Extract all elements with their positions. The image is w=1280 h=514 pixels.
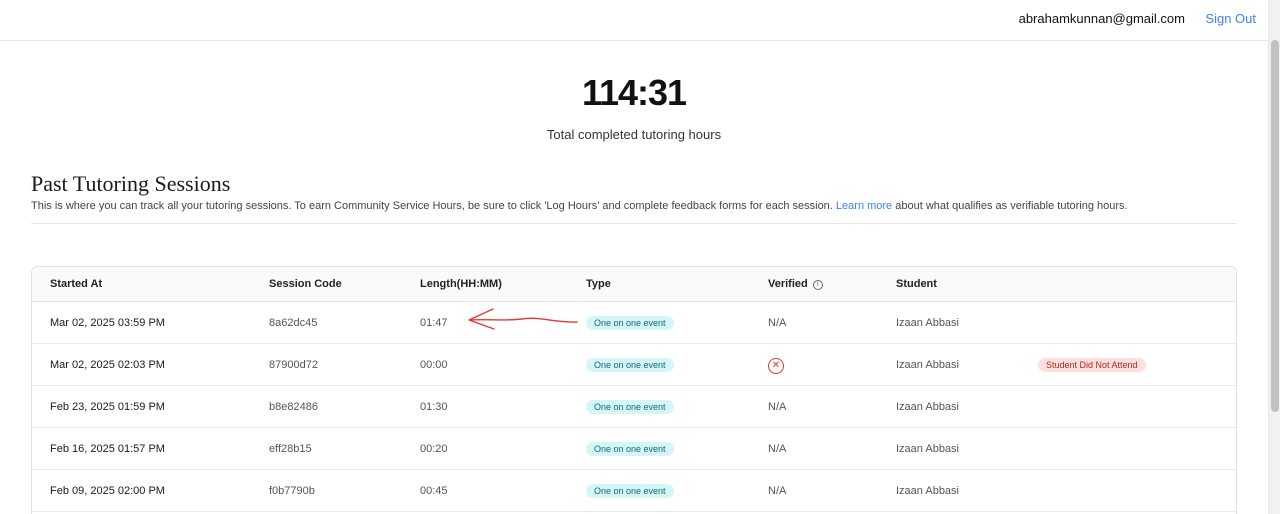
learn-more-link[interactable]: Learn more [836,200,892,212]
verified-status: N/A [768,485,787,497]
started-at: Feb 23, 2025 01:59 PM [50,401,165,413]
total-hours-value: 114:31 [581,72,687,113]
verified-label: Verified [768,278,808,290]
table-row[interactable]: Mar 02, 2025 03:59 PM 8a62dc45 01:47 One… [32,302,1236,344]
session-length: 00:45 [420,485,448,497]
student-name: Izaan Abbasi [896,359,959,371]
student-name: Izaan Abbasi [896,443,959,455]
scrollbar-thumb[interactable] [1271,40,1279,412]
column-started-at: Started At [50,278,103,290]
sign-out-link[interactable]: Sign Out [1205,11,1256,26]
x-circle-icon: ✕ [768,358,784,374]
section-divider [31,223,1237,224]
started-at: Feb 16, 2025 01:57 PM [50,443,165,455]
table-row[interactable]: Feb 09, 2025 02:00 PM f0b7790b 00:45 One… [32,470,1236,512]
session-code: f0b7790b [269,485,315,497]
type-badge: One on one event [586,358,674,372]
description-text: This is where you can track all your tut… [31,200,836,212]
column-type: Type [586,278,611,290]
student-name: Izaan Abbasi [896,485,959,497]
total-hours-label: Total completed tutoring hours [546,127,722,142]
user-email: abrahamkunnan@gmail.com [1018,11,1185,26]
started-at: Mar 02, 2025 02:03 PM [50,359,165,371]
column-verified: Verified i [768,278,823,290]
started-at: Mar 02, 2025 03:59 PM [50,317,165,329]
type-badge: One on one event [586,316,674,330]
sessions-table: Started At Session Code Length(HH:MM) Ty… [31,266,1237,514]
table-row[interactable]: Feb 23, 2025 01:59 PM b8e82486 01:30 One… [32,386,1236,428]
top-bar: abrahamkunnan@gmail.com Sign Out [0,0,1268,41]
type-badge: One on one event [586,442,674,456]
session-code: 8a62dc45 [269,317,318,329]
verified-status: N/A [768,443,787,455]
verified-status: N/A [768,317,787,329]
page-scrollbar[interactable] [1268,0,1280,514]
session-code: 87900d72 [269,359,318,371]
column-length: Length(HH:MM) [420,278,502,290]
status-badge: Student Did Not Attend [1038,358,1146,372]
description-text-end: about what qualifies as verifiable tutor… [892,200,1128,212]
type-badge: One on one event [586,484,674,498]
session-code: eff28b15 [269,443,312,455]
session-code: b8e82486 [269,401,318,413]
table-row[interactable]: Mar 02, 2025 02:03 PM 87900d72 00:00 One… [32,344,1236,386]
type-badge: One on one event [586,400,674,414]
session-length: 01:47 [420,317,448,329]
table-row[interactable]: Feb 16, 2025 01:57 PM eff28b15 00:20 One… [32,428,1236,470]
started-at: Feb 09, 2025 02:00 PM [50,485,165,497]
student-name: Izaan Abbasi [896,401,959,413]
column-session-code: Session Code [269,278,342,290]
session-length: 00:00 [420,359,448,371]
column-student: Student [896,278,937,290]
session-length: 00:20 [420,443,448,455]
table-header: Started At Session Code Length(HH:MM) Ty… [32,267,1236,302]
section-description: This is where you can track all your tut… [31,200,1128,212]
student-name: Izaan Abbasi [896,317,959,329]
session-length: 01:30 [420,401,448,413]
info-icon[interactable]: i [812,280,823,290]
section-title: Past Tutoring Sessions [31,171,231,196]
verified-status: N/A [768,401,787,413]
